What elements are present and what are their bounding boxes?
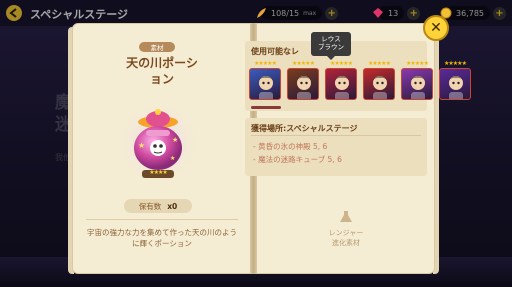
unit-card[interactable]: ★★★★★ bbox=[249, 61, 281, 101]
feather-icon bbox=[257, 8, 266, 18]
svg-text:★: ★ bbox=[138, 141, 145, 150]
unit-portrait bbox=[401, 68, 433, 100]
item-rarity-stars: ★★★★ bbox=[149, 169, 168, 176]
unit-stars: ★★★★★ bbox=[368, 60, 391, 67]
unit-stars: ★★★★★ bbox=[444, 60, 467, 67]
potion-item-icon: ★ ★ ★ ★★★★ bbox=[108, 98, 208, 188]
acquisition-source-2[interactable]: - 魔法の迷路キューブ 5, 6 bbox=[253, 154, 342, 165]
material-tag: 素材 bbox=[139, 42, 175, 52]
acquisition-source-1[interactable]: - 黄昏の氷の神殿 5, 6 bbox=[253, 141, 327, 152]
ranger-label: レンジャー bbox=[328, 229, 364, 237]
unit-portrait bbox=[249, 68, 281, 100]
flask-icon bbox=[340, 211, 352, 222]
ranger-sublabel: 進化素材 bbox=[332, 239, 360, 247]
unit-portrait bbox=[287, 68, 319, 100]
unit-page-indicator bbox=[251, 106, 281, 109]
unit-stars: ★★★★★ bbox=[406, 60, 429, 67]
acquisition-divider bbox=[251, 135, 421, 136]
coin-icon bbox=[440, 7, 452, 19]
unit-stars: ★★★★★ bbox=[254, 60, 277, 67]
owned-label: 保有数 bbox=[138, 201, 162, 211]
unit-stars: ★★★★★ bbox=[330, 60, 353, 67]
unit-name-tooltip: レウス ブラウン bbox=[311, 32, 351, 60]
unit-card[interactable]: ★★★★★ bbox=[363, 61, 395, 101]
left-page-divider bbox=[86, 219, 238, 220]
unit-portrait bbox=[363, 68, 395, 100]
unit-list: ★★★★★ ★★★★★ ★★★★★ ★★★★★ ★★★★★ ★★★★★ bbox=[249, 61, 471, 101]
unit-stars: ★★★★★ bbox=[292, 60, 315, 67]
svg-text:★: ★ bbox=[170, 155, 175, 162]
item-info-book: 素材 天の川ポーシ ョン ★ ★ ★ ★★★★ 保有数 x0 宇宙の強力な力を集… bbox=[68, 23, 471, 274]
svg-text:★: ★ bbox=[172, 136, 178, 144]
usable-units-title: 使用可能なレ bbox=[251, 47, 299, 56]
gem-icon bbox=[373, 8, 383, 18]
ranger-evolution-info: レンジャー 進化素材 bbox=[310, 211, 382, 248]
item-name: 天の川ポーシ ョン bbox=[126, 56, 198, 86]
owned-count: x0 bbox=[167, 201, 178, 211]
unit-card[interactable]: ★★★★★ bbox=[401, 61, 433, 101]
unit-portrait bbox=[325, 68, 357, 100]
owned-count-badge: 保有数 x0 bbox=[124, 199, 192, 213]
unit-portrait bbox=[439, 68, 471, 100]
acquisition-title: 獲得場所:スペシャルステージ bbox=[251, 124, 358, 133]
unit-card[interactable]: ★★★★★ bbox=[287, 61, 319, 101]
unit-card[interactable]: ★★★★★ bbox=[439, 61, 471, 101]
acquisition-panel: 獲得場所:スペシャルステージ - 黄昏の氷の神殿 5, 6 - 魔法の迷路キュー… bbox=[245, 118, 427, 176]
item-description: 宇宙の強力な力を集めて作った天の川のように輝くポーション bbox=[87, 228, 237, 248]
unit-card[interactable]: ★★★★★ bbox=[325, 61, 357, 101]
close-icon: ✕ bbox=[430, 20, 442, 36]
